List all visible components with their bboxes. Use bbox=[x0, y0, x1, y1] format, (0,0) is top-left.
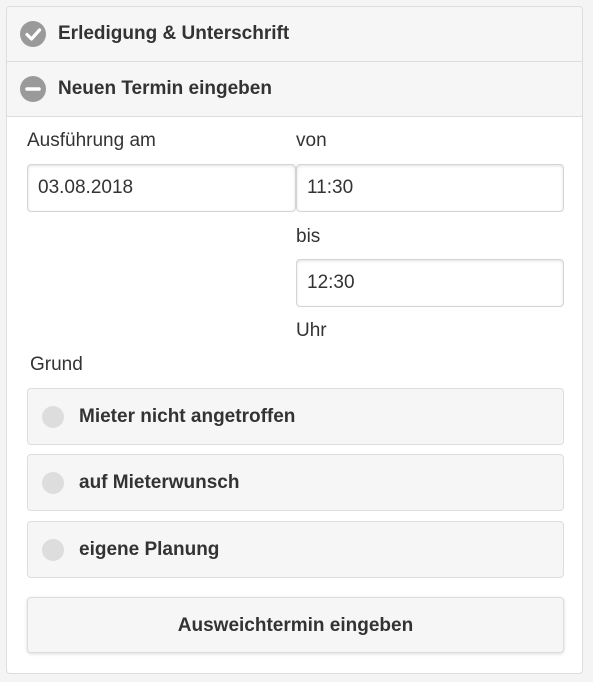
to-label: bis bbox=[296, 226, 321, 247]
reason-option-label: Mieter nicht angetroffen bbox=[79, 406, 296, 427]
section-label-new-appointment: Neuen Termin eingeben bbox=[58, 78, 272, 99]
from-time-field[interactable] bbox=[296, 164, 564, 212]
unit-label: Uhr bbox=[296, 320, 327, 341]
reason-option-own-planning[interactable]: eigene Planung bbox=[27, 521, 564, 578]
check-circle-icon bbox=[20, 21, 46, 47]
radio-icon bbox=[42, 539, 64, 561]
reason-option-tenant-request[interactable]: auf Mieterwunsch bbox=[27, 454, 564, 511]
reason-label: Grund bbox=[30, 354, 83, 375]
submit-alternative-appointment-button[interactable]: Ausweichtermin eingeben bbox=[27, 597, 564, 653]
section-header-new-appointment[interactable]: Neuen Termin eingeben bbox=[7, 62, 582, 117]
section-header-completion[interactable]: Erledigung & Unterschrift bbox=[7, 7, 582, 62]
minus-circle-icon bbox=[20, 76, 46, 102]
reason-option-not-met[interactable]: Mieter nicht angetroffen bbox=[27, 388, 564, 445]
section-label-completion: Erledigung & Unterschrift bbox=[58, 23, 290, 44]
date-field[interactable] bbox=[27, 164, 296, 212]
reason-option-label: eigene Planung bbox=[79, 539, 220, 560]
from-label: von bbox=[296, 130, 327, 151]
to-time-field[interactable] bbox=[296, 259, 564, 307]
date-label: Ausführung am bbox=[27, 130, 156, 151]
appointment-panel: Erledigung & Unterschrift Neuen Termin e… bbox=[6, 6, 583, 674]
radio-icon bbox=[42, 472, 64, 494]
reason-option-label: auf Mieterwunsch bbox=[79, 472, 240, 493]
radio-icon bbox=[42, 406, 64, 428]
